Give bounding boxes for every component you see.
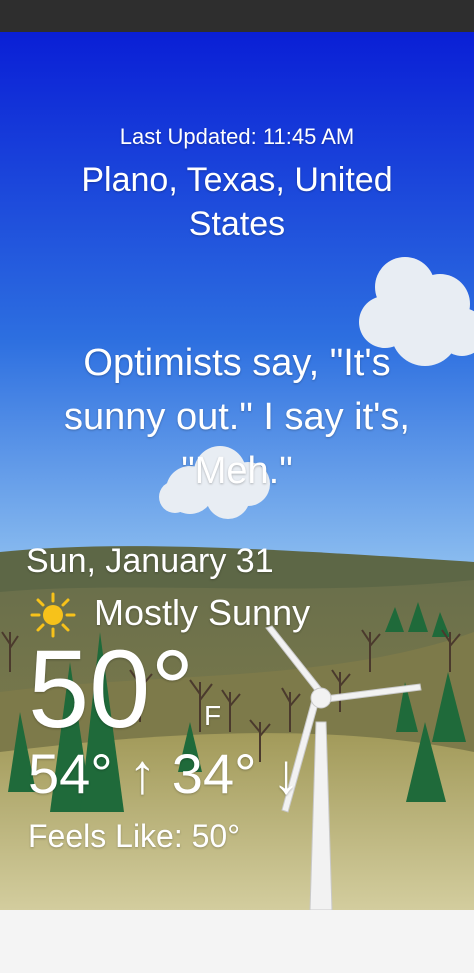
feels-like: Feels Like: 50°	[28, 818, 241, 854]
weather-overlay: Last Updated: 11:45 AM Plano, Texas, Uni…	[0, 32, 474, 910]
weather-screen: Last Updated: 11:45 AM Plano, Texas, Uni…	[0, 32, 474, 910]
high-low-temperature: 54° ↑ 34° ↓	[28, 742, 301, 805]
weather-quote: Optimists say, "It's sunny out." I say i…	[63, 342, 410, 492]
last-updated: Last Updated: 11:45 AM	[119, 124, 355, 149]
current-temperature: 50°	[28, 628, 195, 751]
location-title[interactable]: Plano, Texas, United States	[40, 158, 434, 246]
navigation-bar	[0, 910, 474, 973]
forecast-date: Sun, January 31	[26, 542, 274, 580]
status-bar	[0, 0, 474, 32]
temperature-unit[interactable]: F	[204, 700, 221, 732]
